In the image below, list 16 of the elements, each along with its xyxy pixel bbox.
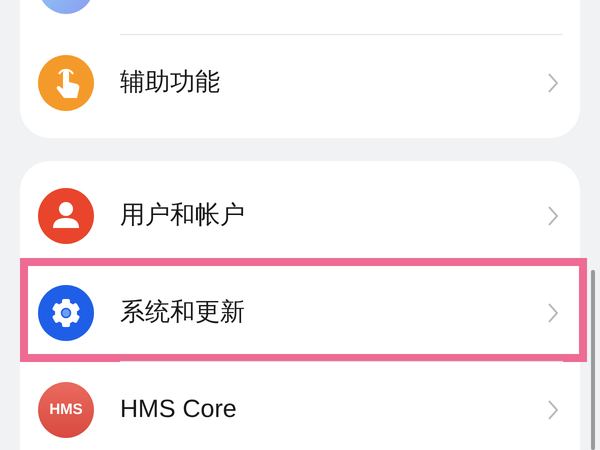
item-label: 用户和帐户 — [120, 200, 246, 232]
settings-item[interactable]: 系统和更新 — [20, 265, 580, 361]
item-label: 系统和更新 — [120, 297, 246, 328]
chevron-icon — [548, 303, 558, 323]
item-label: 辅助功能 — [120, 67, 221, 98]
chevron-icon — [548, 400, 558, 420]
chevron-icon — [548, 73, 558, 93]
chevron-icon — [548, 206, 558, 226]
person-icon — [38, 188, 94, 244]
settings-item[interactable]: 辅助功能 — [20, 35, 580, 131]
settings-icon — [38, 285, 94, 341]
settings-item[interactable]: 用户和帐户 — [20, 168, 580, 264]
item-label: HMS Core — [120, 394, 238, 426]
hms-logo: HMS — [38, 382, 94, 438]
hand-icon — [38, 55, 94, 111]
settings-item[interactable]: HMS HMS Core — [20, 362, 580, 450]
